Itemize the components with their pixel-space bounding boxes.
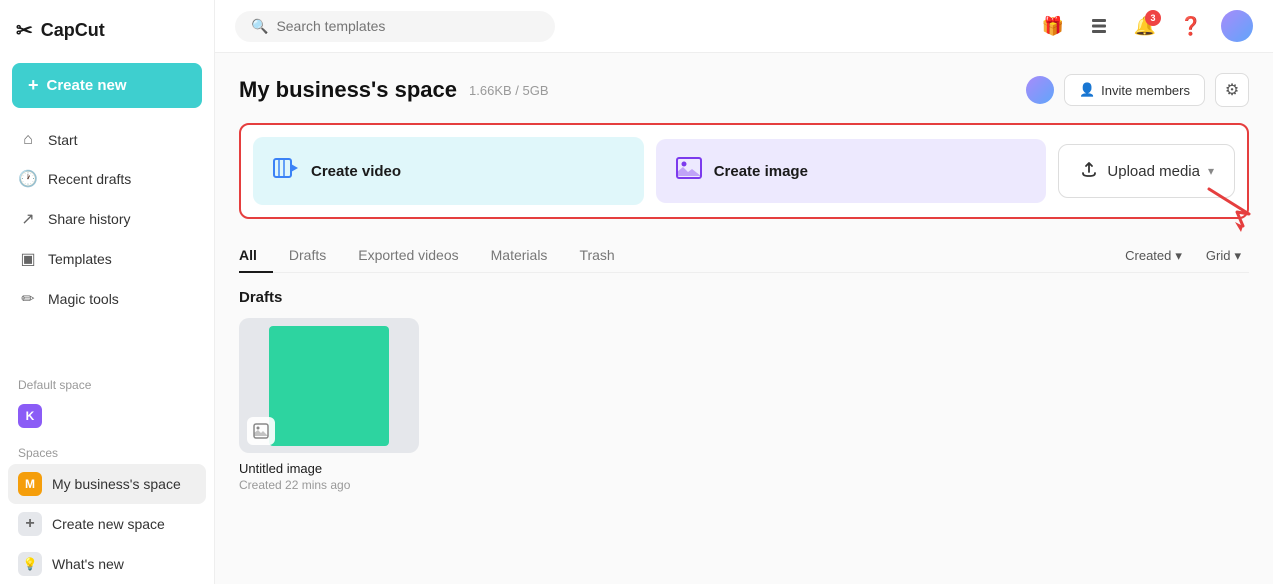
tabs: All Drafts Exported videos Materials Tra… [239,239,631,272]
topbar-actions: 🎁 🔔 3 ❓ [1037,10,1253,42]
home-icon: ⌂ [18,131,38,149]
whats-new-label: What's new [52,556,124,572]
upload-label: Upload media [1107,163,1200,180]
sidebar-item-start[interactable]: ⌂ Start [8,122,206,158]
tab-drafts[interactable]: Drafts [273,239,342,273]
default-space-avatar: K [18,404,42,428]
default-space-item[interactable]: K [8,396,206,436]
space-item-whats-new[interactable]: 💡 What's new [8,544,206,584]
content-area: My business's space 1.66KB / 5GB 👤 Invit… [215,53,1273,584]
draft-thumbnail [239,318,419,453]
image-card-icon [676,157,702,185]
upload-chevron-icon: ▾ [1208,164,1214,178]
template-icon: ▣ [18,249,38,269]
main-area: 🔍 🎁 🔔 3 ❓ My business's s [215,0,1273,584]
page-title: My business's space [239,77,457,103]
sidebar: ✂ CapCut + Create new ⌂ Start 🕐 Recent d… [0,0,215,584]
settings-button[interactable]: ⚙ [1215,73,1249,107]
sort-chevron-icon: ▾ [1175,248,1182,264]
drafts-grid: Untitled image Created 22 mins ago [239,318,1249,492]
tabs-row: All Drafts Exported videos Materials Tra… [239,239,1249,273]
topbar: 🔍 🎁 🔔 3 ❓ [215,0,1273,53]
invite-members-button[interactable]: 👤 Invite members [1064,74,1205,106]
teal-thumbnail-block [269,326,389,446]
tab-exported[interactable]: Exported videos [342,239,474,273]
storage-info: 1.66KB / 5GB [469,83,549,98]
nav-label-templates: Templates [48,251,112,267]
nav-label-magic-tools: Magic tools [48,291,119,307]
sidebar-item-magic-tools[interactable]: ✏ Magic tools [8,280,206,318]
tab-materials[interactable]: Materials [475,239,564,273]
draft-name: Untitled image [239,461,419,476]
notification-badge: 3 [1145,10,1161,26]
sidebar-item-recent-drafts[interactable]: 🕐 Recent drafts [8,160,206,198]
view-label: Grid [1206,248,1231,263]
drafts-section-title: Drafts [239,289,1249,306]
nav-label-start: Start [48,132,78,148]
magic-icon: ✏ [18,289,38,309]
upload-icon [1079,159,1099,183]
create-video-label: Create video [311,163,401,180]
my-business-label: My business's space [52,476,181,492]
settings-icon: ⚙ [1225,80,1239,100]
nav-label-recent-drafts: Recent drafts [48,171,131,187]
logo-text: CapCut [41,20,105,41]
help-icon[interactable]: ❓ [1175,10,1207,42]
page-title-area: My business's space 1.66KB / 5GB [239,77,549,103]
draft-meta: Created 22 mins ago [239,478,419,492]
page-header: My business's space 1.66KB / 5GB 👤 Invit… [239,73,1249,107]
search-input[interactable] [276,18,539,34]
sort-button[interactable]: Created ▾ [1117,244,1190,268]
gift-icon[interactable]: 🎁 [1037,10,1069,42]
logo-area: ✂ CapCut [0,0,214,57]
sidebar-item-templates[interactable]: ▣ Templates [8,240,206,278]
clock-icon: 🕐 [18,169,38,189]
space-item-my-business[interactable]: M My business's space [8,464,206,504]
layers-icon[interactable] [1083,10,1115,42]
create-image-card[interactable]: Create image [656,139,1047,203]
create-space-icon: + [18,512,42,536]
video-card-icon [273,155,299,187]
spaces-section: Spaces M My business's space + Create ne… [0,436,214,584]
view-button[interactable]: Grid ▾ [1198,244,1249,268]
search-bar[interactable]: 🔍 [235,11,555,42]
bell-icon[interactable]: 🔔 3 [1129,10,1161,42]
user-avatar[interactable] [1221,10,1253,42]
tabs-actions: Created ▾ Grid ▾ [1117,244,1249,268]
action-cards-container: Create video Create image [239,123,1249,219]
space-user-avatar [1026,76,1054,104]
sort-label: Created [1125,248,1171,263]
share-icon: ↗ [18,209,38,229]
invite-label: Invite members [1101,83,1190,98]
sidebar-item-share-history[interactable]: ↗ Share history [8,200,206,238]
space-item-create-new[interactable]: + Create new space [8,504,206,544]
view-chevron-icon: ▾ [1234,248,1241,264]
tab-trash[interactable]: Trash [563,239,630,273]
create-video-card[interactable]: Create video [253,137,644,205]
default-space-label: Default space [0,368,214,396]
draft-thumb-icon [247,417,275,445]
create-new-label: Create new [47,77,127,94]
tab-all[interactable]: All [239,239,273,273]
draft-card-untitled-image[interactable]: Untitled image Created 22 mins ago [239,318,419,492]
default-space-section: Default space K [0,368,214,436]
create-new-button[interactable]: + Create new [12,63,202,108]
plus-icon: + [28,75,39,96]
invite-icon: 👤 [1079,82,1095,98]
spaces-label: Spaces [0,436,214,464]
search-icon: 🔍 [251,18,268,35]
whats-new-icon: 💡 [18,552,42,576]
upload-media-button[interactable]: Upload media ▾ [1058,144,1235,198]
create-space-label: Create new space [52,516,165,532]
nav-items: ⌂ Start 🕐 Recent drafts ↗ Share history … [0,122,214,368]
my-business-avatar: M [18,472,42,496]
action-cards-row: Create video Create image [239,123,1249,219]
header-actions: 👤 Invite members ⚙ [1026,73,1249,107]
nav-label-share-history: Share history [48,211,130,227]
create-image-label: Create image [714,163,808,180]
logo-icon: ✂ [16,18,33,43]
